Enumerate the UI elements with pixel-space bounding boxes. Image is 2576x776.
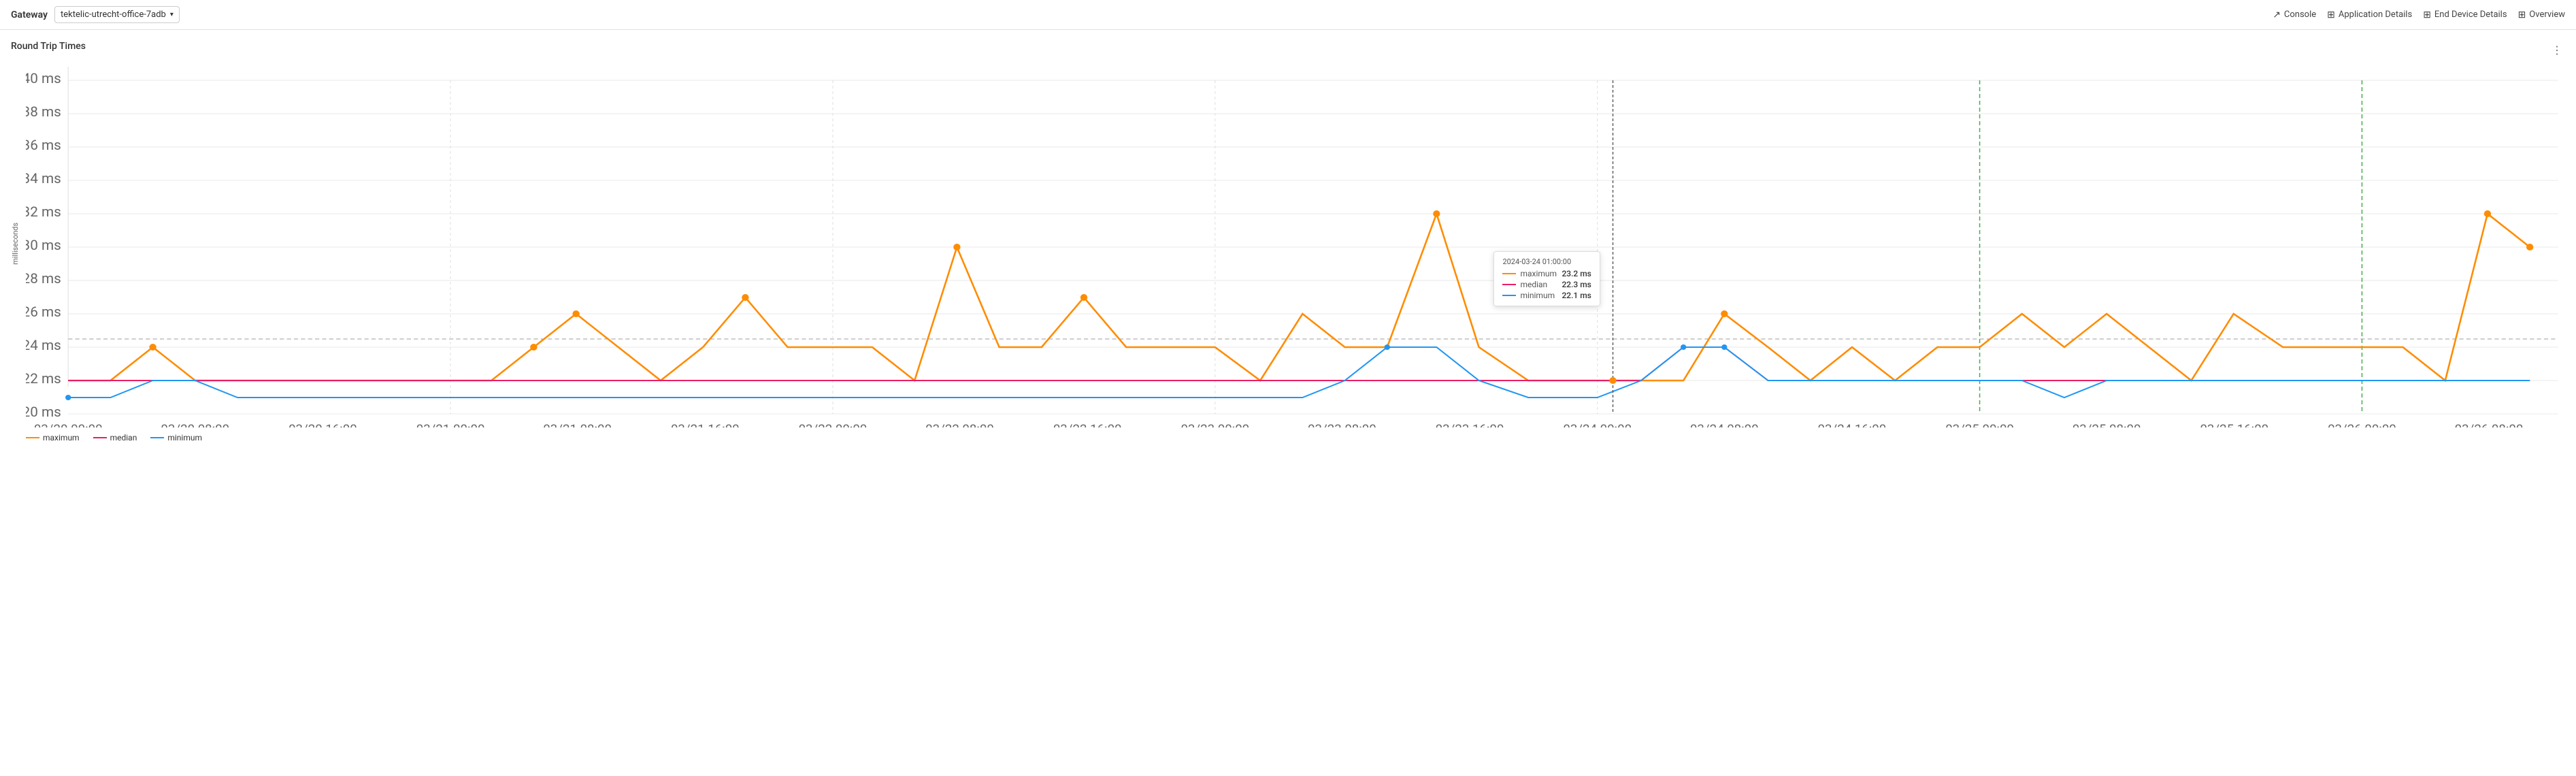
svg-text:03/20 00:00: 03/20 00:00 [34,422,103,427]
svg-text:34 ms: 34 ms [26,170,61,187]
svg-text:03/23 08:00: 03/23 08:00 [1308,422,1376,427]
chart-svg: 40 ms 38 ms 36 ms 34 ms 32 ms 30 ms 28 m… [26,60,2565,427]
legend-item-maximum: maximum [26,433,80,442]
legend-max-line [26,437,39,438]
nav-overview-label: Overview [2529,10,2565,20]
svg-text:03/21 16:00: 03/21 16:00 [671,422,740,427]
minimum-line [68,347,2530,398]
header-left: Gateway tektelic-utrecht-office-7adb ▾ [11,6,180,23]
chart-title: Round Trip Times [11,41,2565,52]
svg-text:36 ms: 36 ms [26,137,61,153]
legend-item-median: median [93,433,137,442]
chart-legend: maximum median minimum [26,433,2565,442]
header-right: ↗ Console ⊞ Application Details ⊞ End De… [2273,10,2565,20]
maximum-line [68,214,2530,381]
gateway-id-value: tektelic-utrecht-office-7adb [61,10,166,20]
svg-text:03/24 00:00: 03/24 00:00 [1563,422,1632,427]
y-axis-label: milliseconds [11,223,23,265]
svg-text:03/22 08:00: 03/22 08:00 [925,422,994,427]
svg-text:03/20 16:00: 03/20 16:00 [288,422,357,427]
legend-item-minimum: minimum [150,433,202,442]
application-details-icon: ⊞ [2327,10,2335,20]
svg-text:03/25 00:00: 03/25 00:00 [1945,422,2014,427]
svg-text:03/22 16:00: 03/22 16:00 [1053,422,1122,427]
nav-overview[interactable]: ⊞ Overview [2518,10,2565,20]
legend-min-label: minimum [167,433,202,442]
svg-text:03/26 00:00: 03/26 00:00 [2328,422,2396,427]
chevron-down-icon: ▾ [170,11,174,18]
svg-text:03/23 00:00: 03/23 00:00 [1180,422,1249,427]
legend-median-label: median [110,433,137,442]
svg-text:03/25 08:00: 03/25 08:00 [2073,422,2141,427]
legend-max-label: maximum [43,433,80,442]
gateway-id-select[interactable]: tektelic-utrecht-office-7adb ▾ [54,6,180,23]
median-line [68,347,2530,381]
svg-text:03/25 16:00: 03/25 16:00 [2200,422,2268,427]
svg-text:32 ms: 32 ms [26,204,61,220]
svg-text:03/22 00:00: 03/22 00:00 [799,422,868,427]
svg-text:03/26 08:00: 03/26 08:00 [2455,422,2524,427]
svg-text:38 ms: 38 ms [26,103,61,120]
svg-text:24 ms: 24 ms [26,337,61,353]
end-device-details-icon: ⊞ [2423,10,2431,20]
nav-application-details[interactable]: ⊞ Application Details [2327,10,2412,20]
overview-icon: ⊞ [2518,10,2526,20]
legend-min-line [150,437,164,438]
console-icon: ↗ [2273,10,2281,20]
svg-text:03/24 16:00: 03/24 16:00 [1818,422,1887,427]
svg-text:03/24 08:00: 03/24 08:00 [1690,422,1759,427]
svg-text:28 ms: 28 ms [26,270,61,287]
nav-end-device-details[interactable]: ⊞ End Device Details [2423,10,2507,20]
chart-inner: 40 ms 38 ms 36 ms 34 ms 32 ms 30 ms 28 m… [26,60,2565,427]
svg-text:40 ms: 40 ms [26,70,61,86]
nav-console-label: Console [2284,10,2316,20]
chart-container: Round Trip Times ⋮ milliseconds [0,30,2576,448]
svg-text:03/21 08:00: 03/21 08:00 [543,422,612,427]
svg-text:03/21 00:00: 03/21 00:00 [416,422,485,427]
svg-text:03/20 08:00: 03/20 08:00 [161,422,229,427]
svg-text:03/23 16:00: 03/23 16:00 [1436,422,1504,427]
nav-end-device-details-label: End Device Details [2434,10,2507,20]
chart-wrapper: milliseconds 40 ms [11,60,2565,427]
legend-median-line [93,437,107,438]
svg-text:22 ms: 22 ms [26,370,61,387]
nav-application-details-label: Application Details [2339,10,2412,20]
svg-text:26 ms: 26 ms [26,304,61,320]
nav-console[interactable]: ↗ Console [2273,10,2316,20]
gateway-label: Gateway [11,10,48,20]
header: Gateway tektelic-utrecht-office-7adb ▾ ↗… [0,0,2576,30]
svg-text:20 ms: 20 ms [26,404,61,420]
chart-more-button[interactable]: ⋮ [2549,41,2565,59]
svg-text:30 ms: 30 ms [26,237,61,253]
